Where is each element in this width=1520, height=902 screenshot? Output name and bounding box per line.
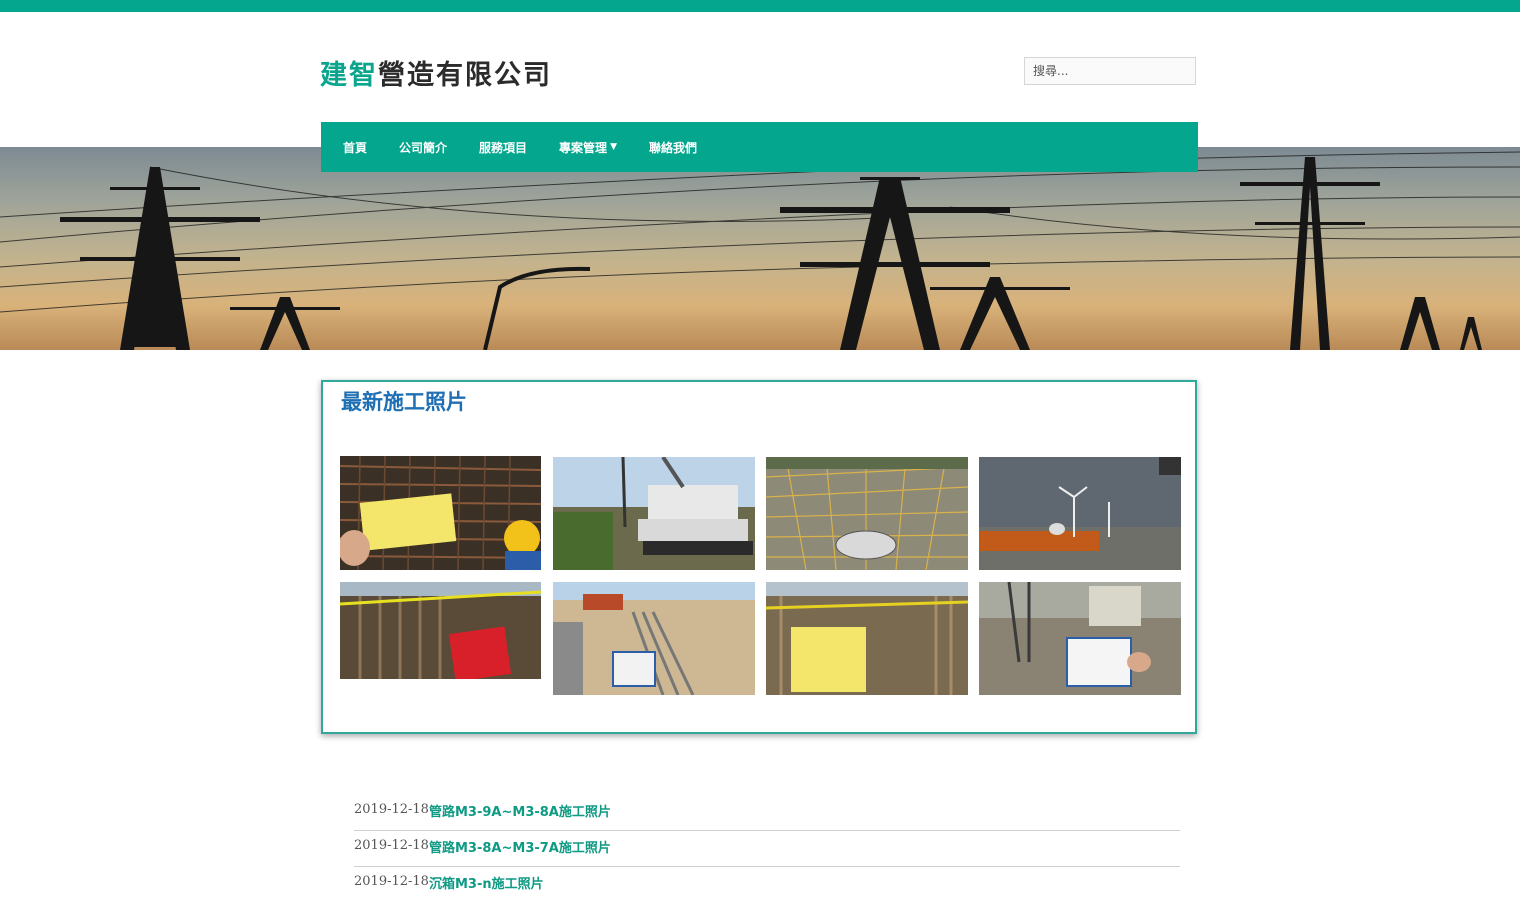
main-nav: 首頁 公司簡介 服務項目 專案管理 ▼ 聯絡我們	[321, 122, 1198, 172]
logo-text-accent: 建智	[320, 59, 378, 91]
top-accent-bar	[0, 0, 1520, 12]
nav-item-about[interactable]: 公司簡介	[389, 139, 457, 156]
news-title-link[interactable]: 管路M3-9A~M3-8A施工照片	[429, 801, 611, 820]
gallery-photo[interactable]	[553, 582, 755, 695]
gallery-photo[interactable]	[766, 582, 968, 695]
gallery-photo[interactable]	[340, 456, 541, 570]
nav-item-projects[interactable]: 專案管理 ▼	[549, 139, 627, 156]
gallery-photo[interactable]	[979, 457, 1181, 570]
chevron-down-icon: ▼	[610, 142, 617, 152]
nav-item-label: 公司簡介	[399, 140, 448, 155]
nav-item-label: 服務項目	[479, 140, 528, 155]
news-date: 2019-12-18	[354, 802, 429, 817]
news-row: 2019-12-18 管路M3-8A~M3-7A施工照片	[354, 830, 1180, 867]
news-row: 2019-12-18 沉箱M3-n施工照片	[354, 866, 1180, 902]
nav-item-services[interactable]: 服務項目	[469, 139, 537, 156]
search-input[interactable]	[1024, 57, 1196, 85]
news-date: 2019-12-18	[354, 838, 429, 853]
nav-item-label: 聯絡我們	[648, 140, 697, 155]
gallery-photo[interactable]	[979, 582, 1181, 695]
gallery-photo[interactable]	[553, 457, 755, 570]
gallery-title: 最新施工照片	[341, 390, 467, 414]
nav-item-contact[interactable]: 聯絡我們	[639, 139, 707, 156]
logo-text-main: 營造有限公司	[378, 59, 552, 91]
header-banner-image	[0, 147, 1520, 350]
news-title-link[interactable]: 管路M3-8A~M3-7A施工照片	[429, 837, 611, 856]
site-logo[interactable]: 建智 營造有限公司	[320, 54, 552, 91]
news-date: 2019-12-18	[354, 874, 429, 889]
nav-item-label: 專案管理	[559, 140, 608, 155]
nav-item-label: 首頁	[343, 140, 368, 155]
gallery-panel: 最新施工照片	[321, 380, 1197, 734]
news-row: 2019-12-18 管路M3-9A~M3-8A施工照片	[354, 794, 1180, 831]
gallery-photo[interactable]	[340, 582, 541, 679]
news-title-link[interactable]: 沉箱M3-n施工照片	[429, 873, 544, 892]
gallery-photo[interactable]	[766, 457, 968, 570]
nav-item-home[interactable]: 首頁	[333, 139, 377, 156]
